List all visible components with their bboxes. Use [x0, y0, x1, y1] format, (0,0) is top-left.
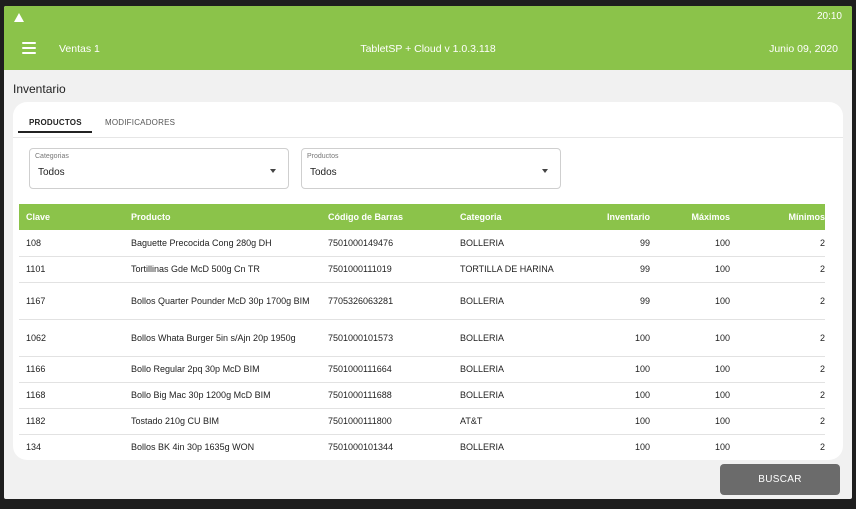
cell-categoria: AT&T: [453, 408, 588, 435]
cell-minimos: 2: [744, 282, 825, 320]
cell-minimos: 2: [744, 356, 825, 383]
table-row[interactable]: 1062 Bollos Whata Burger 5in s/Ajn 20p 1…: [19, 319, 825, 357]
inventory-card: PRODUCTOS MODIFICADORES Categorias Todos…: [13, 102, 843, 460]
cell-codigo: 7501000101573: [321, 319, 453, 357]
cell-producto: Tostado 210g CU BIM: [124, 408, 321, 435]
cell-categoria: BOLLERIA: [453, 282, 588, 320]
cell-producto: Bollos BK 4in 30p 1635g WON: [124, 434, 321, 460]
tabs-divider: [13, 137, 843, 138]
cell-minimos: 2: [744, 256, 825, 283]
cell-producto: Bollos Quarter Pounder McD 30p 1700g BIM: [124, 282, 321, 320]
search-button[interactable]: BUSCAR: [720, 464, 840, 495]
cell-categoria: TORTILLA DE HARINA: [453, 256, 588, 283]
cell-producto: Tortillinas Gde McD 500g Cn TR: [124, 256, 321, 283]
cell-minimos: 2: [744, 319, 825, 357]
cell-producto: Baguette Precocida Cong 280g DH: [124, 230, 321, 257]
status-bar: 20:10: [4, 6, 852, 28]
cell-clave: 1167: [19, 282, 124, 320]
cell-categoria: BOLLERIA: [453, 434, 588, 460]
cell-minimos: 2: [744, 230, 825, 257]
cell-inventario: 99: [588, 282, 664, 320]
cell-minimos: 2: [744, 408, 825, 435]
table-header-row: Clave Producto Código de Barras Categori…: [19, 204, 825, 230]
cell-codigo: 7501000149476: [321, 230, 453, 257]
header-maximos[interactable]: Máximos: [664, 204, 744, 230]
cell-codigo: 7501000111688: [321, 382, 453, 409]
current-date: Junio 09, 2020: [769, 43, 838, 55]
cell-maximos: 100: [664, 256, 744, 283]
cell-codigo: 7501000101344: [321, 434, 453, 460]
cell-minimos: 2: [744, 382, 825, 409]
cell-clave: 1101: [19, 256, 124, 283]
cell-clave: 134: [19, 434, 124, 460]
cell-minimos: 2: [744, 434, 825, 460]
products-select-value: Todos: [310, 167, 337, 178]
cell-inventario: 100: [588, 434, 664, 460]
products-select[interactable]: Productos Todos: [301, 148, 561, 189]
tab-modificadores[interactable]: MODIFICADORES: [105, 108, 175, 136]
chevron-down-icon: [270, 169, 276, 173]
cell-maximos: 100: [664, 434, 744, 460]
categories-select[interactable]: Categorias Todos: [29, 148, 289, 189]
categories-select-label: Categorias: [35, 153, 69, 160]
cell-producto: Bollo Regular 2pq 30p McD BIM: [124, 356, 321, 383]
cell-clave: 1168: [19, 382, 124, 409]
products-select-label: Productos: [307, 153, 339, 160]
categories-select-value: Todos: [38, 167, 65, 178]
cell-maximos: 100: [664, 408, 744, 435]
app-screen: 20:10 Ventas 1 TabletSP + Cloud v 1.0.3.…: [4, 6, 852, 499]
cell-maximos: 100: [664, 382, 744, 409]
cell-inventario: 100: [588, 408, 664, 435]
cell-maximos: 100: [664, 319, 744, 357]
cell-codigo: 7501000111019: [321, 256, 453, 283]
cell-categoria: BOLLERIA: [453, 230, 588, 257]
cell-maximos: 100: [664, 230, 744, 257]
table-row[interactable]: 1101 Tortillinas Gde McD 500g Cn TR 7501…: [19, 256, 825, 283]
cell-inventario: 100: [588, 319, 664, 357]
header-producto[interactable]: Producto: [124, 204, 321, 230]
cell-inventario: 100: [588, 356, 664, 383]
table-row[interactable]: 1168 Bollo Big Mac 30p 1200g McD BIM 750…: [19, 382, 825, 409]
cell-inventario: 99: [588, 230, 664, 257]
cell-categoria: BOLLERIA: [453, 382, 588, 409]
cell-clave: 108: [19, 230, 124, 257]
app-version-title: TabletSP + Cloud v 1.0.3.118: [360, 43, 496, 55]
cell-codigo: 7501000111800: [321, 408, 453, 435]
table-row[interactable]: 108 Baguette Precocida Cong 280g DH 7501…: [19, 230, 825, 257]
cell-codigo: 7705326063281: [321, 282, 453, 320]
cell-clave: 1166: [19, 356, 124, 383]
header-minimos[interactable]: Mínimos: [744, 204, 825, 230]
cell-maximos: 100: [664, 282, 744, 320]
cell-categoria: BOLLERIA: [453, 319, 588, 357]
cell-maximos: 100: [664, 356, 744, 383]
header-clave[interactable]: Clave: [19, 204, 124, 230]
warning-triangle-icon: [14, 13, 24, 22]
header-categoria[interactable]: Categoria: [453, 204, 588, 230]
active-tab-indicator: [18, 131, 92, 133]
cell-codigo: 7501000111664: [321, 356, 453, 383]
cell-producto: Bollo Big Mac 30p 1200g McD BIM: [124, 382, 321, 409]
cell-categoria: BOLLERIA: [453, 356, 588, 383]
table-row[interactable]: 1182 Tostado 210g CU BIM 7501000111800 A…: [19, 408, 825, 435]
inventory-table[interactable]: Clave Producto Código de Barras Categori…: [19, 204, 825, 460]
header-inventario[interactable]: Inventario: [588, 204, 664, 230]
table-row[interactable]: 1167 Bollos Quarter Pounder McD 30p 1700…: [19, 282, 825, 320]
table-row[interactable]: 1166 Bollo Regular 2pq 30p McD BIM 75010…: [19, 356, 825, 383]
cell-clave: 1062: [19, 319, 124, 357]
cell-inventario: 100: [588, 382, 664, 409]
cell-producto: Bollos Whata Burger 5in s/Ajn 20p 1950g: [124, 319, 321, 357]
status-time: 20:10: [816, 11, 842, 22]
cell-clave: 1182: [19, 408, 124, 435]
chevron-down-icon: [542, 169, 548, 173]
cell-inventario: 99: [588, 256, 664, 283]
app-bar: Ventas 1 TabletSP + Cloud v 1.0.3.118 Ju…: [4, 28, 852, 70]
page-title: Inventario: [13, 82, 66, 96]
table-row[interactable]: 134 Bollos BK 4in 30p 1635g WON 75010001…: [19, 434, 825, 460]
header-codigo-barras[interactable]: Código de Barras: [321, 204, 453, 230]
